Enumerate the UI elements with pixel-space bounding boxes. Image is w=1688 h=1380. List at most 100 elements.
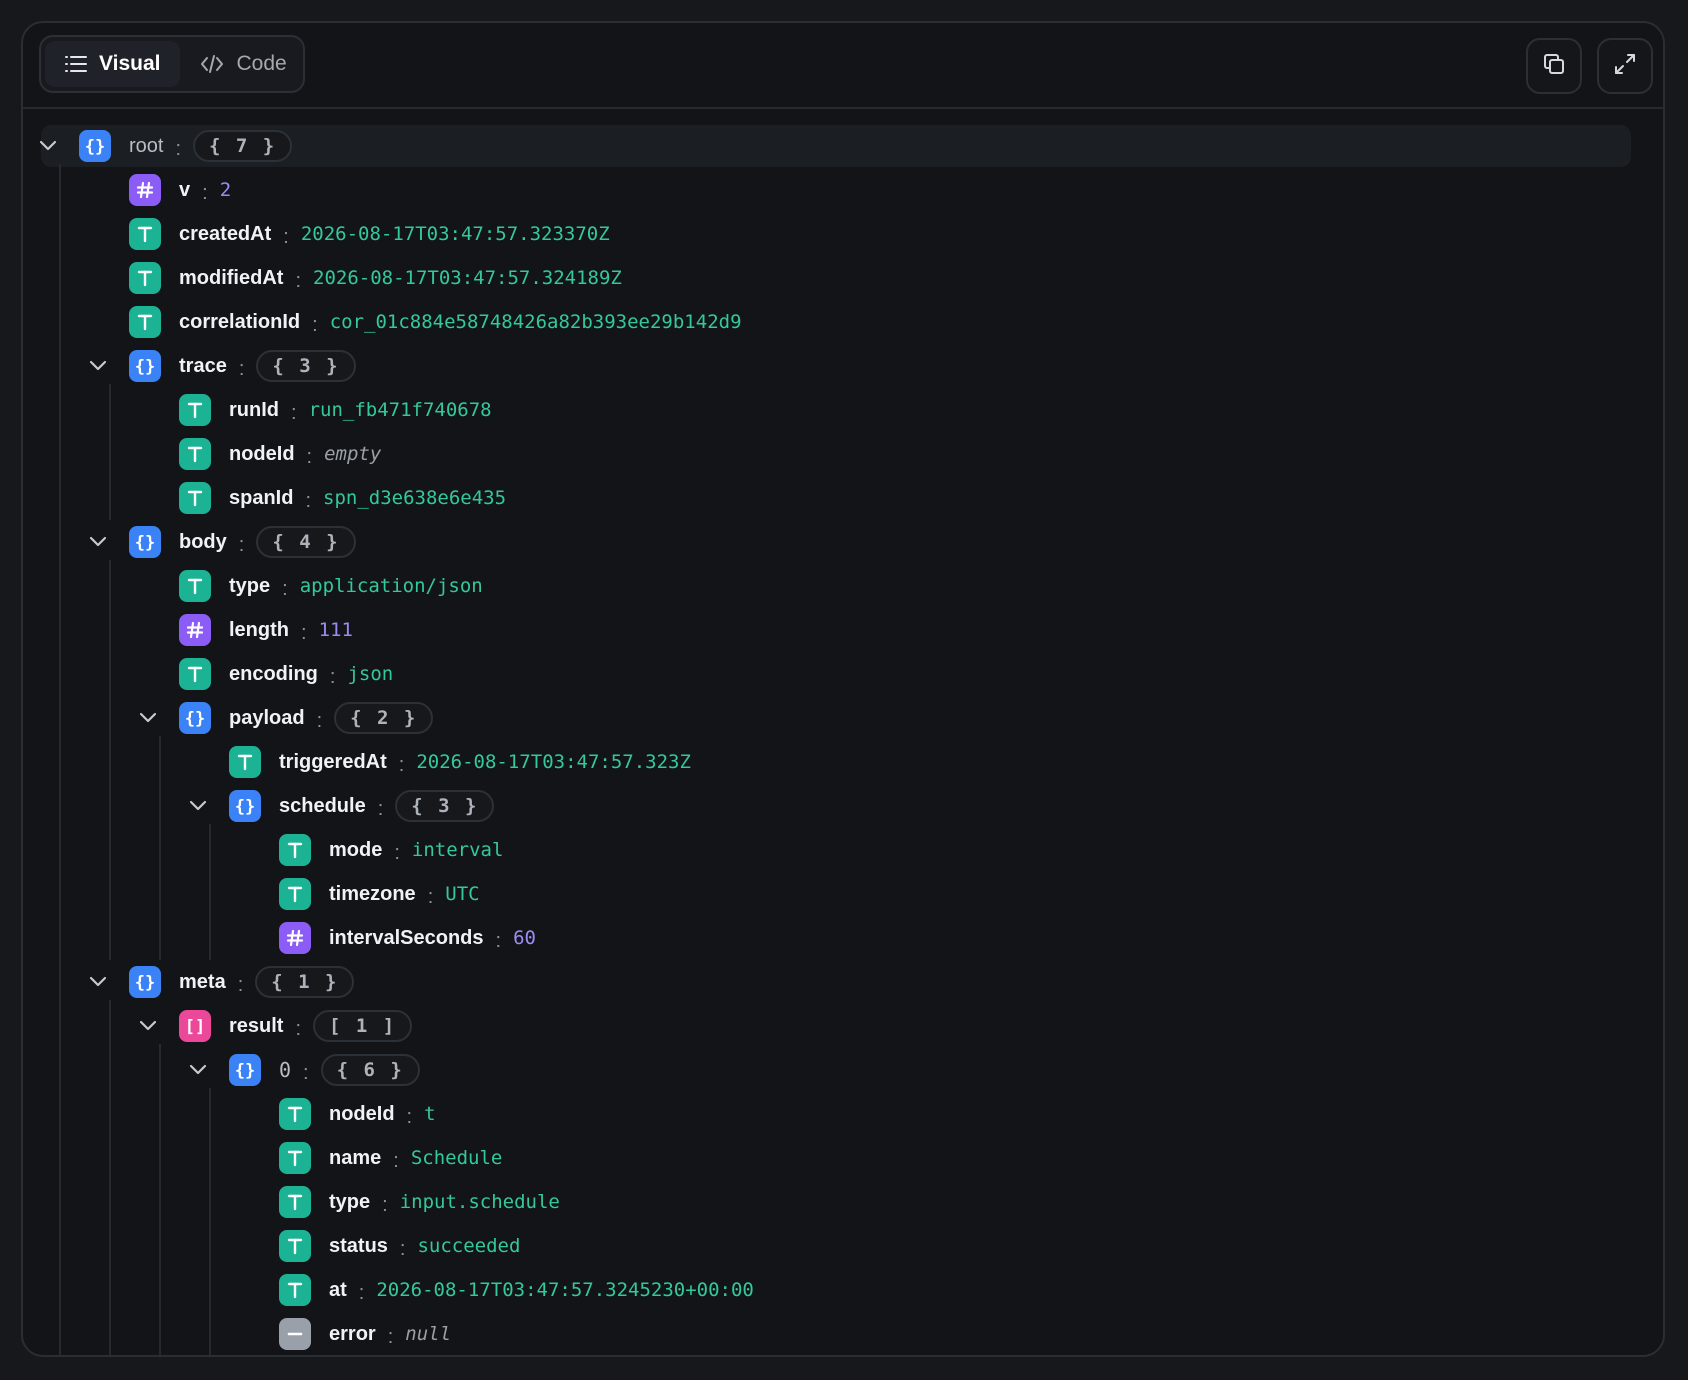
tree-node-nodeid[interactable]: nodeId: t xyxy=(279,1092,436,1136)
child-count-badge: { 2 } xyxy=(334,702,434,734)
string-icon xyxy=(279,1186,311,1218)
indent-guide xyxy=(109,1000,111,1355)
child-count-badge: { 3 } xyxy=(395,790,495,822)
node-key: runId xyxy=(229,398,279,421)
key-separator: : xyxy=(175,137,182,160)
chevron-down-icon[interactable] xyxy=(187,795,209,817)
child-count-badge: { 6 } xyxy=(320,1054,420,1086)
string-icon xyxy=(179,658,211,690)
string-icon xyxy=(179,570,211,602)
key-separator: : xyxy=(295,269,301,292)
chevron-down-icon[interactable] xyxy=(87,971,109,993)
tree-node-error[interactable]: error: null xyxy=(279,1312,451,1355)
tree-node-at[interactable]: at:2026-08-17T03:47:57.3245230+00:00 xyxy=(279,1268,754,1312)
copy-button[interactable] xyxy=(1526,38,1582,94)
tree-node-triggeredat[interactable]: triggeredAt:2026-08-17T03:47:57.323Z xyxy=(229,740,691,784)
tree-node-intervalseconds[interactable]: intervalSeconds:60 xyxy=(279,916,536,960)
tree-node-type[interactable]: type: application/json xyxy=(179,564,483,608)
node-key: timezone xyxy=(329,882,416,905)
tree-node-result[interactable]: [] result: [ 1 ] xyxy=(137,1004,413,1048)
tree-node-nodeid[interactable]: nodeId: empty xyxy=(179,432,381,476)
tree-node-createdat[interactable]: createdAt:2026-08-17T03:47:57.323370Z xyxy=(129,212,610,256)
tree-node-root[interactable]: {} root: { 7 } xyxy=(37,124,293,168)
tree-node-type[interactable]: type: input.schedule xyxy=(279,1180,560,1224)
string-icon xyxy=(279,1142,311,1174)
tree-node-length[interactable]: length:111 xyxy=(179,608,353,652)
tree-node-encoding[interactable]: encoding: json xyxy=(179,652,393,696)
node-key: triggeredAt xyxy=(279,750,387,773)
expand-button[interactable] xyxy=(1597,38,1653,94)
chevron-down-icon[interactable] xyxy=(87,355,109,377)
tree-node-runid[interactable]: runId: run_fb471f740678 xyxy=(179,388,492,432)
node-value: succeeded xyxy=(417,1235,521,1257)
key-separator: : xyxy=(377,797,384,820)
tree-node-name[interactable]: name: Schedule xyxy=(279,1136,502,1180)
string-icon xyxy=(279,1098,311,1130)
key-separator: : xyxy=(387,1325,394,1348)
chevron-down-icon[interactable] xyxy=(37,135,59,157)
tab-visual[interactable]: Visual xyxy=(45,41,181,87)
node-value: 2026-08-17T03:47:57.3245230+00:00 xyxy=(376,1279,754,1301)
svg-text:{}: {} xyxy=(235,797,255,816)
chevron-down-icon[interactable] xyxy=(137,707,159,729)
indent-guide xyxy=(159,736,161,960)
tree-node-correlationid[interactable]: correlationId: cor_01c884e58748426a82b393… xyxy=(129,300,742,344)
tree-node-meta[interactable]: {} meta: { 1 } xyxy=(87,960,355,1004)
object-icon: {} xyxy=(129,350,161,382)
node-key: createdAt xyxy=(179,222,272,245)
node-key: schedule xyxy=(279,794,366,817)
tab-code[interactable]: Code xyxy=(180,41,306,87)
tree-node-v[interactable]: v:2 xyxy=(129,168,231,212)
object-icon: {} xyxy=(229,790,261,822)
tree-node-body[interactable]: {} body: { 4 } xyxy=(87,520,356,564)
node-value: empty xyxy=(324,443,382,465)
svg-text:{}: {} xyxy=(185,709,205,728)
node-value: 2026-08-17T03:47:57.323Z xyxy=(416,751,691,773)
indent-guide xyxy=(209,824,211,960)
child-count-badge: { 3 } xyxy=(256,350,356,382)
node-value: UTC xyxy=(445,883,480,905)
child-count-badge: { 7 } xyxy=(193,130,293,162)
tree-node-timezone[interactable]: timezone: UTC xyxy=(279,872,480,916)
node-key: intervalSeconds xyxy=(329,926,484,949)
string-icon xyxy=(179,482,211,514)
tree-node-trace[interactable]: {} trace: { 3 } xyxy=(87,344,356,388)
object-icon: {} xyxy=(179,702,211,734)
key-separator: : xyxy=(398,753,405,776)
svg-text:[]: [] xyxy=(185,1017,205,1036)
string-icon xyxy=(129,262,161,294)
node-value: input.schedule xyxy=(399,1191,560,1213)
tree-node-mode[interactable]: mode: interval xyxy=(279,828,503,872)
chevron-down-icon[interactable] xyxy=(137,1015,159,1037)
tree-node-payload[interactable]: {} payload: { 2 } xyxy=(137,696,434,740)
viewer-toolbar: Visual Code xyxy=(23,23,1663,109)
key-separator: : xyxy=(406,1105,413,1128)
node-key: encoding xyxy=(229,662,318,685)
tree-node-schedule[interactable]: {} schedule: { 3 } xyxy=(187,784,495,828)
number-icon xyxy=(179,614,211,646)
key-separator: : xyxy=(237,973,244,996)
node-key: at xyxy=(329,1278,347,1301)
key-separator: : xyxy=(282,577,288,600)
node-value: Schedule xyxy=(410,1147,503,1169)
indent-guide xyxy=(59,164,61,1355)
string-icon xyxy=(279,834,311,866)
tree-node-modifiedat[interactable]: modifiedAt:2026-08-17T03:47:57.324189Z xyxy=(129,256,622,300)
chevron-down-icon[interactable] xyxy=(187,1059,209,1081)
string-icon xyxy=(179,438,211,470)
node-key: meta xyxy=(179,970,226,993)
indent-guide xyxy=(159,1044,161,1355)
tree-node-spanid[interactable]: spanId: spn_d3e638e6e435 xyxy=(179,476,506,520)
node-key: name xyxy=(329,1146,382,1169)
key-separator: : xyxy=(291,401,297,424)
key-separator: : xyxy=(312,313,318,336)
key-separator: : xyxy=(427,885,434,908)
key-separator: : xyxy=(303,1061,309,1084)
tree-node-status[interactable]: status: succeeded xyxy=(279,1224,520,1268)
node-key: nodeId xyxy=(229,442,295,465)
string-icon xyxy=(279,1230,311,1262)
tree-node-0[interactable]: {} 0: { 6 } xyxy=(187,1048,420,1092)
node-value: 2026-08-17T03:47:57.323370Z xyxy=(300,223,610,245)
chevron-down-icon[interactable] xyxy=(87,531,109,553)
node-key: correlationId xyxy=(179,310,301,333)
